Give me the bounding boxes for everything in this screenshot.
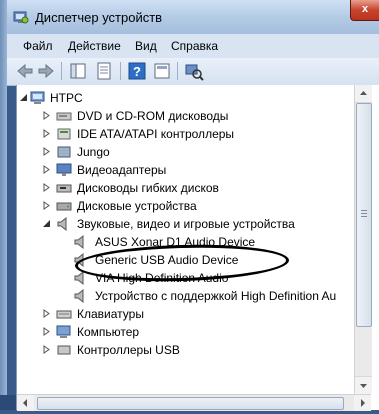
tree-item-label: DVD и CD-ROM дисководы [77, 109, 229, 123]
horizontal-scroll-thumb[interactable] [37, 397, 344, 410]
scroll-right-button[interactable] [354, 395, 371, 411]
device-icon [57, 146, 71, 158]
tree-item[interactable]: Jungo [17, 143, 354, 161]
expand-arrow-icon[interactable] [42, 183, 51, 192]
device-tree-pane: HTPC DVD и CD-ROM дисководы IDE ATA/ATAP… [16, 85, 379, 411]
expand-arrow-icon[interactable] [42, 309, 51, 318]
collapse-arrow-icon[interactable] [19, 93, 28, 102]
toolbar-separator [61, 62, 62, 80]
usb-controller-icon [57, 345, 71, 355]
scroll-down-arrow-icon [360, 384, 367, 388]
tree-item-label: Дисковые устройства [77, 199, 197, 213]
keyboard-icon [56, 310, 72, 319]
console-icon[interactable] [152, 61, 172, 81]
dvd-drive-icon [56, 112, 72, 121]
close-button[interactable]: x [350, 0, 379, 21]
tree-item[interactable]: Видеоадаптеры [17, 161, 354, 179]
tree-subitem[interactable]: Устройство с поддержкой High Definition … [17, 287, 354, 305]
desktop-edge [0, 0, 7, 410]
grip-line [361, 216, 367, 217]
menu-file[interactable]: Файл [23, 39, 53, 53]
expand-arrow-icon[interactable] [42, 327, 51, 336]
computer-icon [56, 325, 71, 338]
tree-item[interactable]: Дисковые устройства [17, 197, 354, 215]
expand-arrow-icon[interactable] [42, 129, 51, 138]
toolbar: ? [7, 58, 379, 86]
collapse-arrow-icon[interactable] [42, 219, 51, 228]
forward-arrow-icon[interactable] [36, 61, 56, 81]
scan-hardware-changes-icon[interactable] [184, 61, 204, 81]
speaker-icon [57, 216, 67, 232]
floppy-drive-icon [56, 184, 72, 193]
computer-icon [30, 91, 45, 104]
taskbar-fragment [0, 395, 16, 410]
tree-item-label: Контроллеры USB [77, 343, 180, 357]
expand-arrow-icon[interactable] [42, 165, 51, 174]
help-icon[interactable]: ? [127, 61, 147, 81]
grip-line [361, 210, 367, 211]
grip-line [361, 213, 367, 214]
tree-root-label: HTPC [50, 91, 83, 105]
menu-help[interactable]: Справка [171, 39, 218, 53]
tree-item-label: Звуковые, видео и игровые устройства [77, 217, 295, 231]
scroll-right-arrow-icon [361, 399, 365, 407]
device-manager-icon [13, 11, 29, 24]
scroll-left-button[interactable] [17, 395, 34, 411]
toolbar-separator [177, 62, 178, 80]
tree-item-label: Дисководы гибких дисков [77, 181, 219, 195]
expand-arrow-icon[interactable] [42, 201, 51, 210]
tree-item-label: IDE ATA/ATAPI контроллеры [77, 127, 235, 141]
scroll-up-arrow-icon [360, 91, 367, 95]
svg-text:?: ? [133, 64, 141, 79]
tree-item[interactable]: Компьютер [17, 323, 354, 341]
tree-item-label: Видеоадаптеры [77, 163, 167, 177]
scroll-down-button[interactable] [355, 376, 372, 394]
speaker-icon [74, 288, 84, 304]
display-adapter-icon [56, 163, 72, 176]
tree-root[interactable]: HTPC [17, 89, 354, 107]
properties-icon[interactable] [94, 61, 114, 81]
scroll-left-arrow-icon [23, 399, 27, 407]
horizontal-scrollbar[interactable] [17, 394, 371, 411]
window-title: Диспетчер устройств [35, 10, 163, 25]
title-bar[interactable]: Диспетчер устройств x [7, 0, 379, 34]
speaker-icon [74, 234, 84, 250]
back-arrow-icon[interactable] [15, 61, 35, 81]
scroll-up-button[interactable] [355, 85, 372, 103]
show-hide-console-tree-icon[interactable] [68, 61, 88, 81]
tree-item[interactable]: Клавиатуры [17, 305, 354, 323]
menu-view[interactable]: Вид [135, 39, 157, 53]
tree-item-label: Компьютер [77, 325, 140, 339]
vertical-scroll-thumb[interactable] [356, 103, 372, 327]
tree-item-label: Клавиатуры [77, 307, 144, 321]
expand-arrow-icon[interactable] [42, 111, 51, 120]
menu-action[interactable]: Действие [68, 39, 121, 53]
tree-item[interactable]: IDE ATA/ATAPI контроллеры [17, 125, 354, 143]
disk-drive-icon [56, 202, 72, 211]
menu-bar: Файл Действие Вид Справка [7, 34, 379, 59]
tree-item[interactable]: Дисководы гибких дисков [17, 179, 354, 197]
tree-item-sound[interactable]: Звуковые, видео и игровые устройства [17, 215, 354, 233]
tree-subitem-label: Устройство с поддержкой High Definition … [95, 289, 337, 303]
expand-arrow-icon[interactable] [42, 345, 51, 354]
tree-item-label: Jungo [77, 145, 110, 159]
vertical-scrollbar[interactable] [354, 85, 372, 394]
toolbar-separator [120, 62, 121, 80]
ide-controller-icon [57, 128, 71, 140]
tree-item[interactable]: DVD и CD-ROM дисководы [17, 107, 354, 125]
expand-arrow-icon[interactable] [42, 147, 51, 156]
tree-item[interactable]: Контроллеры USB [17, 341, 354, 359]
